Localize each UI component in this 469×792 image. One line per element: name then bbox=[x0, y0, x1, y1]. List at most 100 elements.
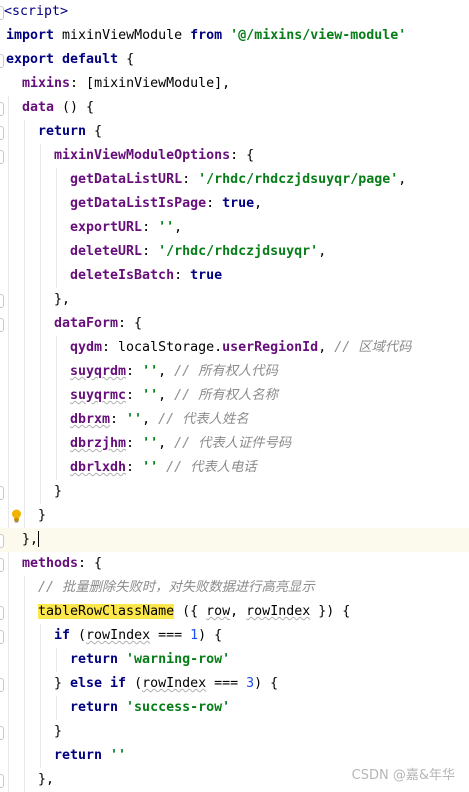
code-token: qydm bbox=[70, 340, 103, 355]
code-text: data () { bbox=[22, 96, 94, 120]
code-editor[interactable]: <script> import mixinViewModule from '@/m… bbox=[0, 0, 469, 792]
code-token: ( bbox=[78, 628, 87, 643]
code-line[interactable]: deleteIsBatch: true bbox=[0, 264, 469, 288]
code-token: deleteIsBatch bbox=[70, 268, 175, 283]
code-token: , bbox=[398, 172, 407, 187]
code-token: : bbox=[142, 220, 159, 235]
code-token: : { bbox=[230, 148, 255, 163]
code-token: : bbox=[182, 172, 199, 187]
code-token: , bbox=[254, 196, 263, 211]
code-token: rowIndex bbox=[86, 628, 151, 643]
code-token: , bbox=[158, 388, 175, 403]
code-line[interactable]: } else if (rowIndex === 3) { bbox=[0, 672, 469, 696]
fold-marker-icon[interactable] bbox=[0, 294, 4, 308]
code-line[interactable]: exportURL: '', bbox=[0, 216, 469, 240]
code-line[interactable]: suyqrmc: '', // 所有权人名称 bbox=[0, 384, 469, 408]
lightbulb-icon[interactable] bbox=[11, 509, 22, 523]
code-token: // 代表人证件号码 bbox=[174, 436, 292, 451]
code-text: } else if (rowIndex === 3) { bbox=[54, 672, 278, 696]
code-token: '' bbox=[142, 364, 159, 379]
code-line[interactable]: suyqrdm: '', // 所有权人代码 bbox=[0, 360, 469, 384]
code-token: : bbox=[174, 268, 191, 283]
fold-marker-icon[interactable] bbox=[0, 150, 4, 164]
code-line[interactable]: return 'warning-row' bbox=[0, 648, 469, 672]
fold-marker-icon[interactable] bbox=[0, 126, 4, 140]
code-token: // 所有权人名称 bbox=[174, 388, 278, 403]
code-line[interactable]: dataForm: { bbox=[0, 312, 469, 336]
fold-marker-icon[interactable] bbox=[0, 558, 4, 572]
code-token: mixinViewModuleOptions bbox=[54, 148, 231, 163]
fold-marker-icon[interactable] bbox=[0, 54, 4, 68]
code-line[interactable]: dbrxm: '', // 代表人姓名 bbox=[0, 408, 469, 432]
fold-marker-icon[interactable] bbox=[0, 726, 4, 740]
code-line[interactable]: <script> bbox=[0, 0, 469, 24]
code-token: : { bbox=[118, 316, 143, 331]
code-token: userRegionId bbox=[222, 340, 319, 355]
code-line[interactable]: if (rowIndex === 1) { bbox=[0, 624, 469, 648]
code-token: dbrlxdh bbox=[70, 460, 127, 475]
code-token: '' bbox=[142, 460, 159, 475]
fold-marker-icon[interactable] bbox=[0, 102, 4, 116]
code-token: : bbox=[206, 196, 223, 211]
code-token: mixinViewModule bbox=[62, 28, 191, 43]
code-token: 'success-row' bbox=[126, 700, 231, 715]
code-line[interactable]: export default { bbox=[0, 48, 469, 72]
code-line[interactable]: dbrzjhm: '', // 代表人证件号码 bbox=[0, 432, 469, 456]
code-line[interactable]: getDataListIsPage: true, bbox=[0, 192, 469, 216]
code-text: if (rowIndex === 1) { bbox=[54, 624, 222, 648]
code-token: : localStorage. bbox=[102, 340, 223, 355]
code-token: row bbox=[206, 604, 231, 619]
code-line[interactable]: dbrlxdh: '' // 代表人电话 bbox=[0, 456, 469, 480]
code-token: { bbox=[126, 52, 135, 67]
code-line[interactable]: } bbox=[0, 504, 469, 528]
code-token: dbrzjhm bbox=[70, 436, 127, 451]
fold-marker-icon[interactable] bbox=[0, 630, 4, 644]
code-line[interactable]: data () { bbox=[0, 96, 469, 120]
code-token: '@/mixins/view-module' bbox=[230, 28, 407, 43]
code-text: getDataListURL: '/rhdc/rhdczjdsuyqr/page… bbox=[70, 168, 406, 192]
code-token: () { bbox=[62, 100, 95, 115]
code-token: '' bbox=[142, 388, 159, 403]
fold-marker-icon[interactable] bbox=[0, 606, 4, 620]
code-text: dataForm: { bbox=[54, 312, 142, 336]
code-line[interactable]: }, bbox=[0, 288, 469, 312]
code-text: } bbox=[54, 480, 62, 504]
code-token: '' bbox=[158, 220, 175, 235]
code-token: if bbox=[54, 628, 79, 643]
code-token: return bbox=[38, 124, 95, 139]
code-token: : bbox=[126, 460, 143, 475]
code-line[interactable]: deleteURL: '/rhdc/rhdczjdsuyqr', bbox=[0, 240, 469, 264]
code-line[interactable]: } bbox=[0, 720, 469, 744]
code-token: 1 bbox=[190, 628, 199, 643]
code-token: data bbox=[22, 100, 63, 115]
code-line[interactable]: methods: { bbox=[0, 552, 469, 576]
code-token: === bbox=[150, 628, 191, 643]
code-line[interactable]: return { bbox=[0, 120, 469, 144]
code-token: : bbox=[142, 244, 159, 259]
code-line[interactable]: mixinViewModuleOptions: { bbox=[0, 144, 469, 168]
code-token: : { bbox=[78, 556, 103, 571]
code-line[interactable]: return 'success-row' bbox=[0, 696, 469, 720]
code-line[interactable]: tableRowClassName ({ row, rowIndex }) { bbox=[0, 600, 469, 624]
code-line[interactable]: mixins: [mixinViewModule], bbox=[0, 72, 469, 96]
code-token: rowIndex bbox=[142, 676, 207, 691]
code-line[interactable]: getDataListURL: '/rhdc/rhdczjdsuyqr/page… bbox=[0, 168, 469, 192]
code-text: return { bbox=[38, 120, 102, 144]
fold-marker-icon[interactable] bbox=[0, 318, 4, 332]
code-token: '' bbox=[142, 436, 159, 451]
code-line[interactable]: import mixinViewModule from '@/mixins/vi… bbox=[0, 24, 469, 48]
code-line[interactable]: // 批量删除失败时，对失败数据进行高亮显示 bbox=[0, 576, 469, 600]
fold-marker-icon[interactable] bbox=[0, 534, 4, 548]
code-token: '' bbox=[110, 748, 127, 763]
fold-marker-icon[interactable] bbox=[0, 678, 4, 692]
code-token: // 区域代码 bbox=[334, 340, 412, 355]
code-line[interactable]: }, bbox=[0, 528, 469, 552]
fold-marker-icon[interactable] bbox=[0, 486, 4, 500]
code-token: from bbox=[190, 28, 231, 43]
code-text: suyqrdm: '', // 所有权人代码 bbox=[70, 360, 278, 384]
code-token: <script> bbox=[4, 4, 69, 19]
code-line[interactable]: qydm: localStorage.userRegionId, // 区域代码 bbox=[0, 336, 469, 360]
fold-marker-icon[interactable] bbox=[0, 774, 4, 788]
code-line[interactable]: } bbox=[0, 480, 469, 504]
code-token: } bbox=[54, 484, 63, 499]
